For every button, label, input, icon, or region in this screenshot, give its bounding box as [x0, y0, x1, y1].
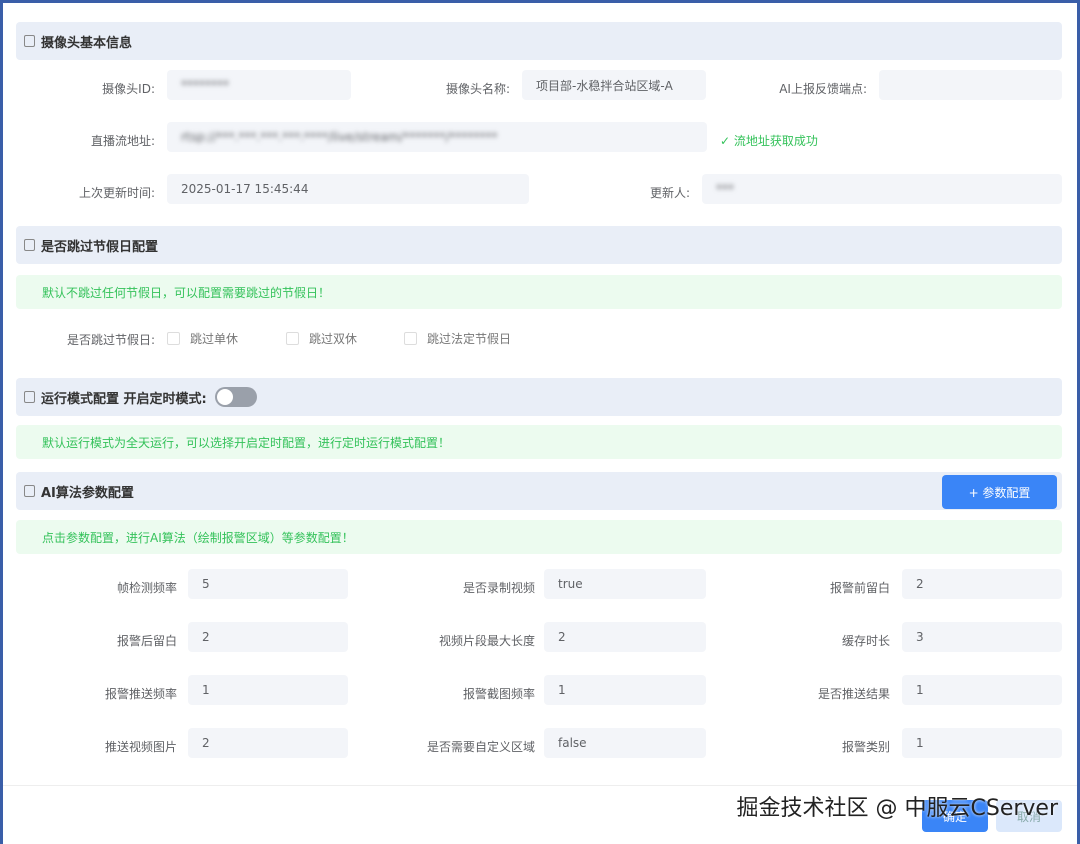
section-run-mode: 运行模式配置 开启定时模式:: [16, 378, 1062, 416]
camera-name-value: 项目部-水稳拌合站区域-A: [536, 78, 673, 93]
section-title: 摄像头基本信息: [41, 35, 133, 51]
updater-input[interactable]: ***: [702, 174, 1062, 204]
section-icon: [24, 35, 35, 47]
watermark: 掘金技术社区 @ 中服云CServer: [736, 796, 1059, 821]
param-label: 报警前留白: [829, 581, 890, 595]
checkbox-box[interactable]: [404, 332, 417, 345]
param-label: 是否需要自定义区域: [426, 740, 535, 754]
checkbox-skip-legal[interactable]: 跳过法定节假日: [404, 330, 511, 347]
param-input[interactable]: 2: [188, 622, 348, 652]
param-input[interactable]: true: [544, 569, 706, 599]
param-label: 报警类别: [841, 740, 890, 754]
param-config-button[interactable]: + 参数配置: [942, 475, 1057, 509]
param-input[interactable]: 2: [544, 622, 706, 652]
section-title: 是否跳过节假日配置: [41, 239, 159, 255]
param-label: 是否录制视频: [462, 581, 535, 595]
param-input[interactable]: 1: [544, 675, 706, 705]
param-label: 缓存时长: [841, 634, 890, 648]
checkbox-label: 跳过双休: [309, 332, 358, 346]
holiday-tip: 默认不跳过任何节假日，可以配置需要跳过的节假日！: [16, 275, 1062, 309]
footer-divider: [3, 785, 1077, 786]
section-holiday: 是否跳过节假日配置: [16, 226, 1062, 264]
param-input[interactable]: 3: [902, 622, 1062, 652]
camera-name-input[interactable]: 项目部-水稳拌合站区域-A: [522, 70, 706, 100]
checkbox-box[interactable]: [167, 332, 180, 345]
param-input[interactable]: 2: [902, 569, 1062, 599]
run-mode-tip: 默认运行模式为全天运行，可以选择开启定时配置，进行定时运行模式配置！: [16, 425, 1062, 459]
param-label: 视频片段最大长度: [438, 634, 535, 648]
camera-id-value: ********: [181, 78, 229, 92]
stream-status: ✓ 流地址获取成功: [720, 134, 818, 148]
section-title: AI算法参数配置: [41, 485, 134, 501]
checkbox-skip-single[interactable]: 跳过单休: [167, 330, 238, 347]
camera-id-label: 摄像头ID:: [102, 82, 155, 96]
param-label: 报警推送频率: [104, 687, 177, 701]
param-label: 报警截图频率: [462, 687, 535, 701]
section-title: 运行模式配置 开启定时模式:: [41, 391, 207, 407]
stream-label: 直播流地址:: [90, 134, 155, 148]
param-label: 帧检测频率: [116, 581, 177, 595]
checkbox-skip-double[interactable]: 跳过双休: [286, 330, 357, 347]
updater-value: ***: [716, 182, 734, 196]
timed-mode-toggle[interactable]: [214, 387, 257, 407]
section-icon: [24, 391, 35, 403]
param-input[interactable]: 1: [188, 675, 348, 705]
section-ai-params: AI算法参数配置: [16, 472, 1062, 510]
param-input[interactable]: 1: [902, 728, 1062, 758]
ai-endpoint-label: AI上报反馈端点:: [779, 82, 867, 96]
param-input[interactable]: false: [544, 728, 706, 758]
section-basic-info: 摄像头基本信息: [16, 22, 1062, 60]
updater-label: 更新人:: [649, 186, 690, 200]
param-label: 推送视频图片: [104, 740, 177, 754]
holiday-label: 是否跳过节假日:: [66, 333, 155, 347]
stream-value: rtsp://***.***.***.***:****/live/stream/…: [181, 130, 498, 144]
camera-name-label: 摄像头名称:: [445, 82, 510, 96]
param-input[interactable]: 5: [188, 569, 348, 599]
param-label: 报警后留白: [116, 634, 177, 648]
camera-id-input[interactable]: ********: [167, 70, 351, 100]
stream-input[interactable]: rtsp://***.***.***.***:****/live/stream/…: [167, 122, 707, 152]
updated-value: 2025-01-17 15:45:44: [181, 182, 309, 196]
checkbox-box[interactable]: [286, 332, 299, 345]
param-label: 是否推送结果: [817, 687, 890, 701]
param-input[interactable]: 2: [188, 728, 348, 758]
checkbox-label: 跳过单休: [190, 332, 239, 346]
checkbox-label: 跳过法定节假日: [427, 332, 512, 346]
ai-tip: 点击参数配置，进行AI算法（绘制报警区域）等参数配置！: [16, 520, 1062, 554]
ai-endpoint-input[interactable]: [879, 70, 1062, 100]
section-icon: [24, 239, 35, 251]
param-input[interactable]: 1: [902, 675, 1062, 705]
section-icon: [24, 485, 35, 497]
updated-label: 上次更新时间:: [78, 186, 155, 200]
updated-input[interactable]: 2025-01-17 15:45:44: [167, 174, 529, 204]
